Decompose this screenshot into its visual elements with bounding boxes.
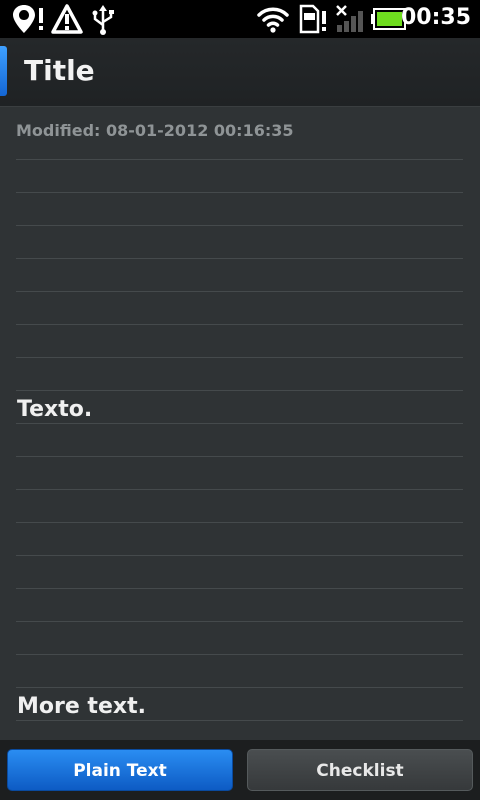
checklist-button[interactable]: Checklist [247,749,473,791]
ruled-line [16,489,463,490]
plain-text-button[interactable]: Plain Text [7,749,233,791]
note-line: More text. [17,694,146,719]
note-body[interactable]: Modified: 08-01-2012 00:16:35 Texto. Mor… [0,107,480,740]
ruled-line [16,225,463,226]
ruled-line [16,687,463,688]
ruled-line [16,258,463,259]
signal-icon [336,5,363,32]
status-time: 00:35 [400,5,471,30]
ruled-line [16,456,463,457]
status-bar: 00:35 [0,0,480,38]
ruled-line [16,291,463,292]
ruled-line [16,390,463,391]
usb-icon [92,5,114,35]
ruled-line [16,159,463,160]
ruled-line [16,555,463,556]
title-bar: Title [0,38,480,107]
ruled-line [16,621,463,622]
ruled-line [16,324,463,325]
title-accent [0,46,7,96]
screen: 00:35 Title Modified: 08-01-2012 00:16:3… [0,0,480,800]
warning-icon [51,4,83,34]
bottom-bar: Plain Text Checklist [0,740,480,800]
ruled-line [16,423,463,424]
ruled-line [16,588,463,589]
wifi-icon [257,7,289,33]
note-title[interactable]: Title [24,54,95,87]
ruled-line [16,357,463,358]
ruled-line [16,522,463,523]
ruled-line [16,720,463,721]
modified-timestamp: Modified: 08-01-2012 00:16:35 [16,121,294,140]
note-line: Texto. [17,397,93,422]
sim-alert-icon [299,4,326,34]
ruled-line [16,654,463,655]
location-alert-icon [13,5,43,33]
ruled-line [16,192,463,193]
